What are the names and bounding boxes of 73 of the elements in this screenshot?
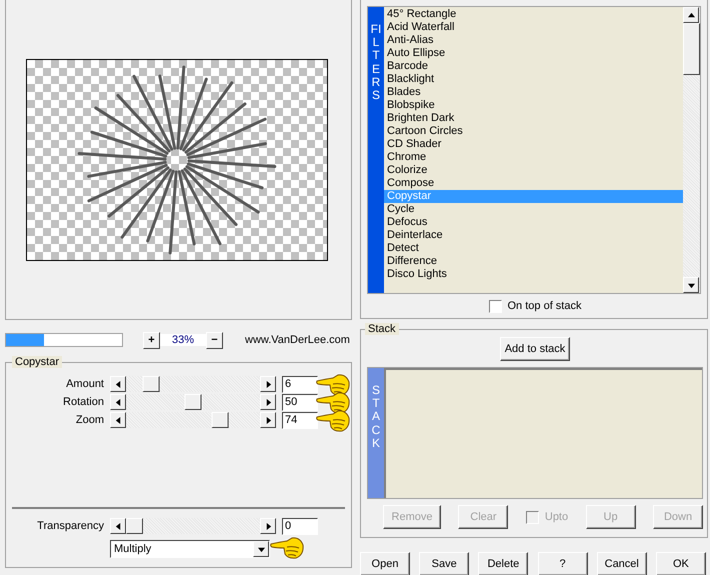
filter-item[interactable]: Anti-Alias <box>384 34 683 47</box>
filter-item[interactable]: Difference <box>384 255 683 268</box>
dialog-button[interactable]: Cancel <box>596 552 647 575</box>
blend-mode-dropdown[interactable]: Multiply <box>110 540 270 558</box>
slider-label: Transparency <box>36 520 105 532</box>
checkbox-label: Upto <box>544 511 568 523</box>
scroll-down-button[interactable] <box>683 277 699 293</box>
scroll-left-button[interactable] <box>110 412 126 428</box>
slider-thumb[interactable] <box>211 412 228 428</box>
down-arrow-icon <box>258 546 264 552</box>
filter-item[interactable]: 45° Rectangle <box>384 8 683 21</box>
slider-label: Zoom <box>74 414 105 426</box>
dialog-button[interactable]: Delete <box>478 552 528 575</box>
group-title: Stack <box>365 323 399 335</box>
dialog-button[interactable]: Open <box>360 552 410 575</box>
scrollbar-thumb[interactable] <box>683 23 700 75</box>
filter-item[interactable]: Auto Ellipse <box>384 47 683 60</box>
filter-item[interactable]: Defocus <box>384 216 683 229</box>
website-text: www.VanDerLee.com <box>245 334 350 346</box>
dialog-button[interactable]: OK <box>656 552 706 575</box>
group-title: Copystar <box>12 356 62 368</box>
filter-item[interactable]: Cycle <box>384 203 683 216</box>
right-arrow-icon <box>264 380 272 388</box>
checkbox-label: On top of stack <box>508 300 582 312</box>
slider-label: Amount <box>65 378 105 390</box>
right-arrow-icon <box>264 398 272 406</box>
zoom-out-button[interactable]: − <box>206 332 223 348</box>
filter-item[interactable]: Disco Lights <box>384 268 683 281</box>
scroll-left-button[interactable] <box>110 518 126 534</box>
scroll-right-button[interactable] <box>260 412 276 428</box>
filter-item[interactable]: Blades <box>384 86 683 99</box>
filter-item[interactable]: Barcode <box>384 60 683 73</box>
stack-side-label: STACK <box>368 368 384 498</box>
up-arrow-icon <box>688 12 694 18</box>
dialog-button[interactable]: Save <box>419 552 470 575</box>
value-field[interactable]: 0 <box>282 518 318 534</box>
filter-item[interactable]: CD Shader <box>384 138 683 151</box>
slider-thumb[interactable] <box>184 394 202 410</box>
filter-item[interactable]: Detect <box>384 242 683 255</box>
left-arrow-icon <box>114 522 122 530</box>
filter-item[interactable]: Colorize <box>384 164 683 177</box>
filter-item[interactable]: Blobspike <box>384 99 683 112</box>
down-arrow-icon <box>688 282 694 288</box>
scroll-up-button[interactable] <box>683 7 699 23</box>
add-to-stack-button[interactable]: Add to stack <box>500 337 570 361</box>
left-arrow-icon <box>114 398 122 406</box>
scroll-right-button[interactable] <box>260 376 276 392</box>
zoom-in-button[interactable]: + <box>143 332 160 348</box>
zoom-value: 33% <box>160 334 206 346</box>
value-field[interactable]: 6 <box>282 376 318 392</box>
filters-side-label: FILTERS <box>368 7 384 293</box>
scroll-right-button[interactable] <box>260 394 276 410</box>
filter-item[interactable]: Chrome <box>384 151 683 164</box>
left-arrow-icon <box>114 416 122 424</box>
right-arrow-icon <box>264 416 272 424</box>
filter-item[interactable]: Cartoon Circles <box>384 125 683 138</box>
dialog-button[interactable]: ? <box>538 552 588 575</box>
filter-item[interactable]: Deinterlace <box>384 229 683 242</box>
scroll-left-button[interactable] <box>110 394 126 410</box>
value-field[interactable]: 74 <box>282 412 318 428</box>
left-arrow-icon <box>114 380 122 388</box>
filter-item[interactable]: Compose <box>384 177 683 190</box>
value-field[interactable]: 50 <box>282 394 318 410</box>
scroll-left-button[interactable] <box>110 376 126 392</box>
slider-label: Rotation <box>62 396 105 408</box>
filter-item[interactable]: Brighten Dark <box>384 112 683 125</box>
scroll-right-button[interactable] <box>260 518 276 534</box>
slider-thumb[interactable] <box>142 376 160 392</box>
checkbox[interactable] <box>488 300 502 312</box>
filter-item[interactable]: Blacklight <box>384 73 683 86</box>
filter-item[interactable]: Acid Waterfall <box>384 21 683 34</box>
slider-thumb[interactable] <box>126 518 143 534</box>
right-arrow-icon <box>264 522 272 530</box>
